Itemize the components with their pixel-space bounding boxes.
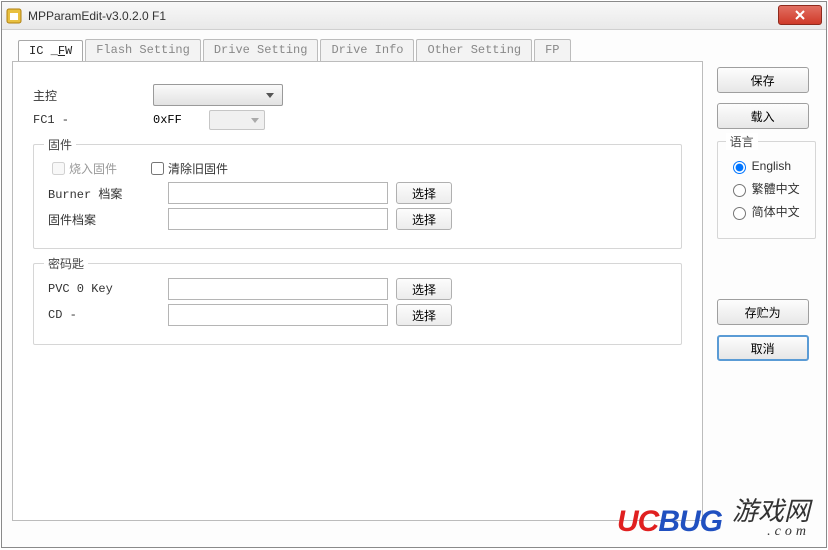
language-group: 语言 English 繁體中文 简体中文 <box>717 141 816 239</box>
save-as-button[interactable]: 存贮为 <box>717 299 809 325</box>
firmware-legend: 固件 <box>44 136 76 153</box>
firmware-file-label: 固件档案 <box>48 211 168 228</box>
clear-checkbox[interactable]: 清除旧固件 <box>147 159 228 178</box>
window-title: MPParamEdit-v3.0.2.0 F1 <box>28 9 166 23</box>
watermark-text: 游戏网 .com <box>732 499 810 539</box>
cancel-button[interactable]: 取消 <box>717 335 809 361</box>
side-column: 保存 载入 语言 English 繁體中文 简体中文 <box>717 61 816 521</box>
burn-checkbox[interactable]: 烧入固件 <box>48 159 117 178</box>
tab-other-setting[interactable]: Other Setting <box>416 39 532 61</box>
watermark-logo: UCBUG <box>617 505 722 539</box>
lang-traditional-radio[interactable] <box>733 184 746 197</box>
fc1-combo[interactable] <box>209 110 265 130</box>
fc1-label: FC1 - <box>33 113 153 127</box>
fc1-value: 0xFF <box>153 113 209 127</box>
firmware-group: 固件 烧入固件 清除旧固件 Burner 档案 <box>33 144 682 249</box>
controller-label: 主控 <box>33 87 153 104</box>
burn-checkbox-input[interactable] <box>52 162 65 175</box>
app-window: MPParamEdit-v3.0.2.0 F1 IC _FW Flash Set… <box>1 1 827 548</box>
language-legend: 语言 <box>726 133 758 150</box>
firmware-select-button[interactable]: 选择 <box>396 208 452 230</box>
controller-combo[interactable] <box>153 84 283 106</box>
clear-checkbox-input[interactable] <box>151 162 164 175</box>
tab-drive-info[interactable]: Drive Info <box>320 39 414 61</box>
tab-fp[interactable]: FP <box>534 39 570 61</box>
lang-simplified[interactable]: 简体中文 <box>728 203 805 220</box>
pvc-input[interactable] <box>168 278 388 300</box>
titlebar: MPParamEdit-v3.0.2.0 F1 <box>2 2 826 30</box>
app-icon <box>6 8 22 24</box>
pvc-label: PVC 0 Key <box>48 282 168 296</box>
pvc-select-button[interactable]: 选择 <box>396 278 452 300</box>
lang-simplified-radio[interactable] <box>733 207 746 220</box>
save-button[interactable]: 保存 <box>717 67 809 93</box>
firmware-input[interactable] <box>168 208 388 230</box>
burner-label: Burner 档案 <box>48 185 168 202</box>
client-area: IC _FW Flash Setting Drive Setting Drive… <box>2 31 826 547</box>
lang-traditional[interactable]: 繁體中文 <box>728 180 805 197</box>
cd-input[interactable] <box>168 304 388 326</box>
cd-select-button[interactable]: 选择 <box>396 304 452 326</box>
keys-legend: 密码匙 <box>44 255 88 272</box>
tab-flash-setting[interactable]: Flash Setting <box>85 39 201 61</box>
close-button[interactable] <box>778 5 822 25</box>
load-button[interactable]: 载入 <box>717 103 809 129</box>
cd-label: CD - <box>48 308 168 322</box>
tab-strip: IC _FW Flash Setting Drive Setting Drive… <box>18 39 816 61</box>
lang-english-radio[interactable] <box>733 161 746 174</box>
tab-panel-ic-fw: 主控 FC1 - 0xFF 固件 烧入固件 <box>12 61 703 521</box>
watermark: UCBUG 游戏网 .com <box>617 499 810 539</box>
tab-drive-setting[interactable]: Drive Setting <box>203 39 319 61</box>
burner-select-button[interactable]: 选择 <box>396 182 452 204</box>
keys-group: 密码匙 PVC 0 Key 选择 CD - 选择 <box>33 263 682 345</box>
lang-english[interactable]: English <box>728 158 805 174</box>
tab-ic-fw[interactable]: IC _FW <box>18 40 83 62</box>
burner-input[interactable] <box>168 182 388 204</box>
